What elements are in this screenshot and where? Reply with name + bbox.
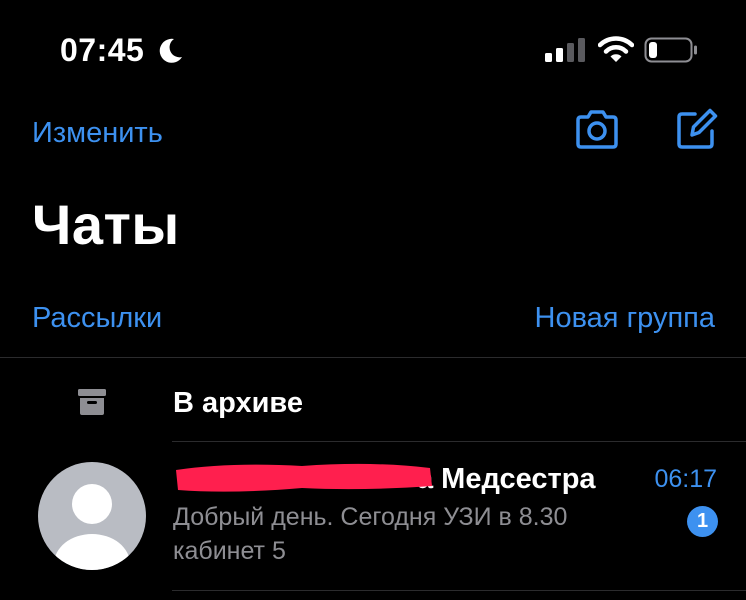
archived-chats-row[interactable] [0, 358, 746, 441]
chat-name-visible: а Медсестра [417, 463, 596, 495]
broadcast-lists-button[interactable]: Рассылки [32, 299, 162, 337]
camera-icon[interactable] [573, 108, 621, 152]
chat-time: 06:17 [654, 465, 717, 493]
unread-badge: 1 [687, 506, 718, 537]
moon-icon [159, 38, 182, 63]
redaction-mark [176, 463, 432, 492]
compose-icon[interactable] [673, 106, 719, 152]
chat-divider [172, 590, 746, 591]
page-title: Чаты [32, 193, 180, 256]
chat-preview: Добрый день. Сегодня УЗИ в 8.30 кабинет … [173, 503, 568, 565]
default-avatar-icon [54, 484, 130, 570]
archived-label: В архиве [173, 387, 303, 419]
battery-icon [644, 37, 697, 63]
new-group-button[interactable]: Новая группа [535, 299, 715, 337]
edit-button[interactable]: Изменить [32, 114, 163, 152]
wifi-icon [598, 36, 634, 62]
cellular-signal-icon [545, 38, 585, 62]
archive-box-icon [78, 389, 106, 415]
status-time: 07:45 [60, 32, 145, 68]
avatar [38, 462, 146, 570]
